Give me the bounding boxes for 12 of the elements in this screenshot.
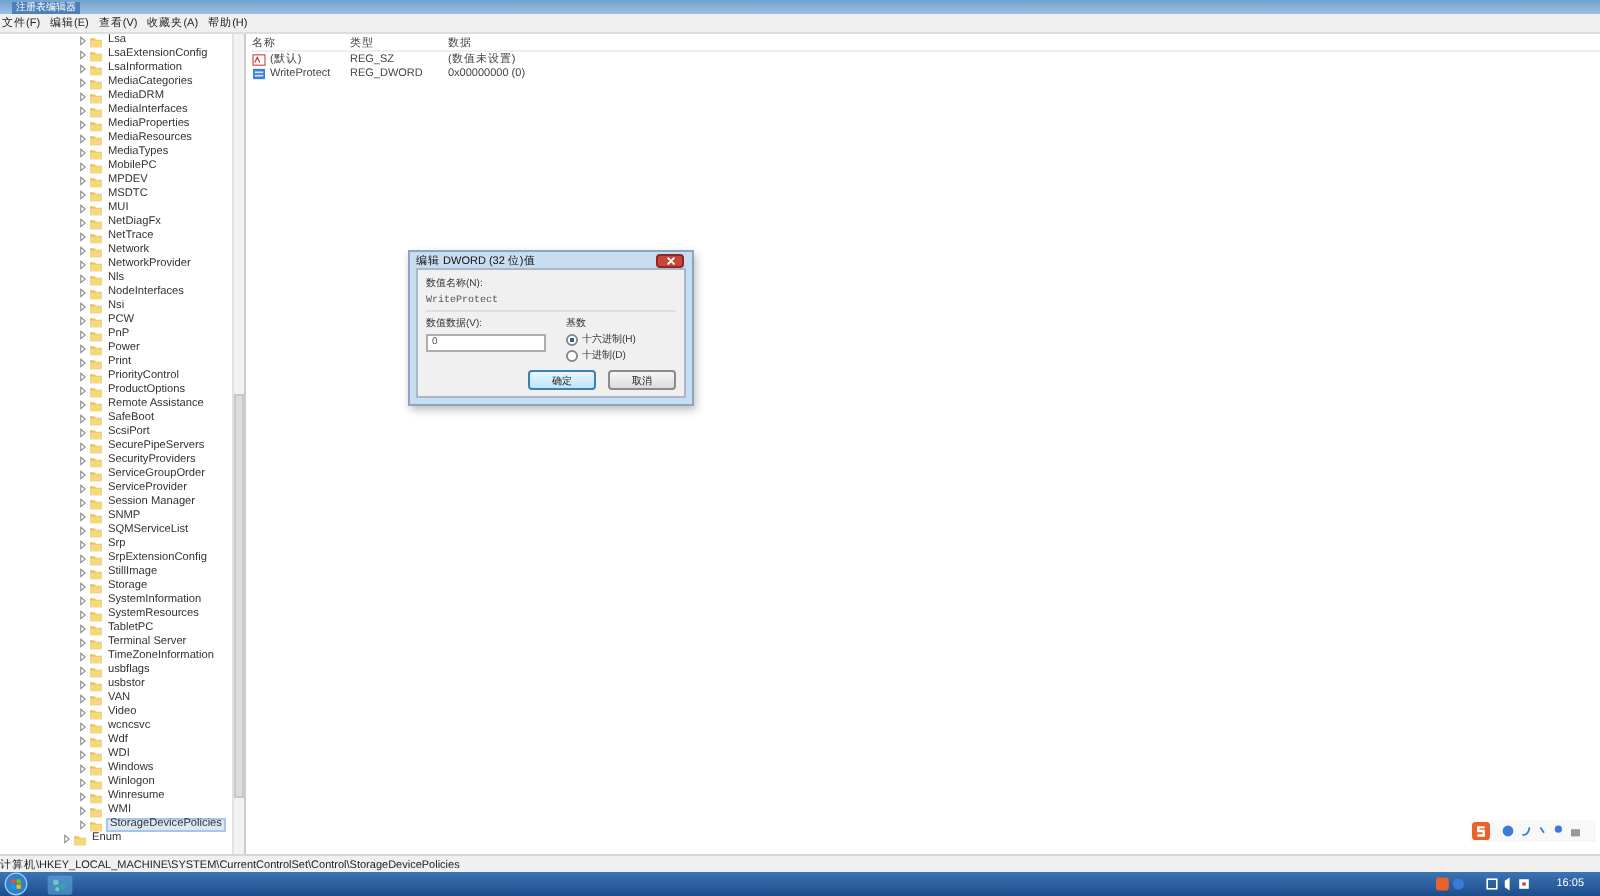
string-value-icon [252, 53, 266, 65]
binary-value-icon [252, 67, 266, 79]
start-button[interactable] [4, 872, 28, 896]
scrollbar[interactable] [232, 34, 244, 854]
close-icon [665, 255, 675, 265]
input-method-icon[interactable] [1472, 822, 1490, 840]
ime-toolbar[interactable] [1470, 820, 1596, 842]
radio-button[interactable] [566, 349, 578, 361]
close-button[interactable] [656, 253, 684, 267]
radio-button[interactable] [566, 333, 578, 345]
folder-icon [74, 833, 86, 845]
registry-app-icon[interactable] [44, 873, 76, 895]
